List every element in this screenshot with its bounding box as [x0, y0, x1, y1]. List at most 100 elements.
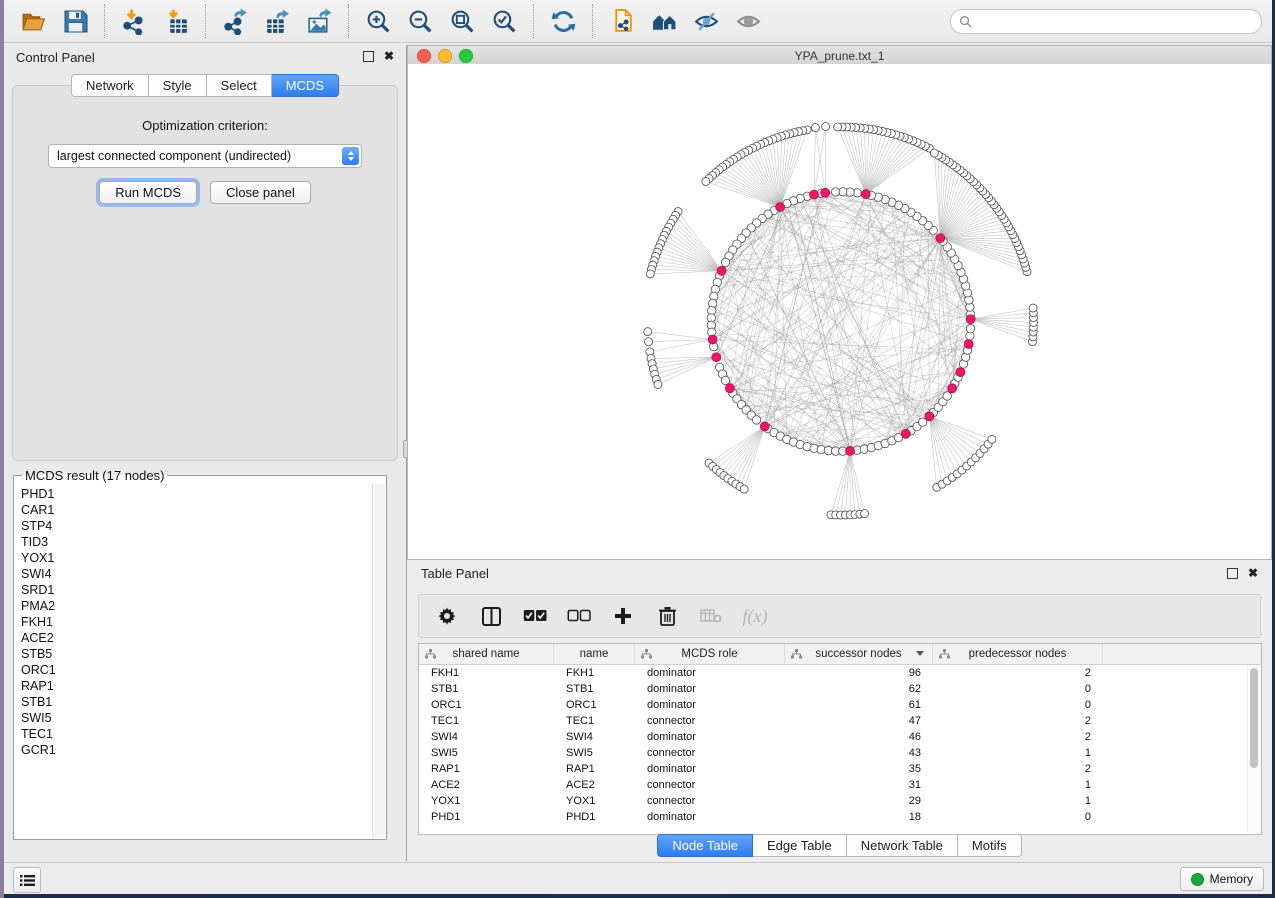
open-session-icon[interactable] [19, 7, 47, 35]
table-tab-node-table[interactable]: Node Table [657, 834, 753, 857]
control-panel-tab-mcds[interactable]: MCDS [272, 74, 339, 97]
table-row[interactable]: YOX1YOX1connector291 [419, 793, 1261, 809]
column-header-successor-nodes[interactable]: successor nodes [785, 644, 933, 664]
first-neighbors-icon[interactable] [650, 7, 678, 35]
mcds-result-item[interactable]: FKH1 [21, 614, 372, 630]
mcds-tab-content: Optimization criterion: largest connecte… [12, 85, 398, 461]
float-panel-icon[interactable] [363, 51, 374, 62]
table-row[interactable]: SWI4SWI4dominator462 [419, 729, 1261, 745]
table-tab-edge-table[interactable]: Edge Table [753, 834, 847, 857]
control-panel-tab-style[interactable]: Style [149, 74, 207, 97]
column-header-shared-name[interactable]: shared name [419, 644, 554, 664]
table-cell: 1 [933, 793, 1103, 809]
table-row[interactable]: STB1STB1dominator620 [419, 681, 1261, 697]
mcds-result-item[interactable]: ORC1 [21, 662, 372, 678]
export-network-icon[interactable] [221, 7, 249, 35]
sort-desc-icon [916, 651, 924, 656]
mcds-result-item[interactable]: PMA2 [21, 598, 372, 614]
network-canvas[interactable] [408, 64, 1271, 559]
table-row[interactable]: PHD1PHD1dominator180 [419, 809, 1261, 825]
float-table-panel-icon[interactable] [1227, 568, 1238, 579]
network-from-file-icon[interactable] [608, 7, 636, 35]
table-row[interactable]: ACE2ACE2connector311 [419, 777, 1261, 793]
mcds-result-item[interactable]: SRD1 [21, 582, 372, 598]
table-row[interactable]: RAP1RAP1dominator352 [419, 761, 1261, 777]
mcds-result-list[interactable]: PHD1CAR1STP4TID3YOX1SWI4SRD1PMA2FKH1ACE2… [14, 483, 372, 839]
update-network-icon[interactable] [549, 7, 577, 35]
zoom-selected-region-icon[interactable] [490, 7, 518, 35]
mcds-result-item[interactable]: ACE2 [21, 630, 372, 646]
node-table: shared namename MCDS role successor nodes p… [418, 643, 1262, 835]
column-header-predecessor-nodes[interactable]: predecessor nodes [933, 644, 1103, 664]
list-icon [20, 874, 35, 887]
memory-label: Memory [1210, 872, 1253, 886]
table-row[interactable]: TEC1TEC1connector472 [419, 713, 1261, 729]
export-image-icon[interactable] [305, 7, 333, 35]
column-label: successor nodes [815, 648, 901, 660]
search-box[interactable] [950, 9, 1262, 34]
save-session-icon[interactable] [61, 7, 89, 35]
control-panel-tab-network[interactable]: Network [71, 74, 149, 97]
close-table-panel-icon[interactable]: ✖ [1248, 567, 1258, 579]
column-header-name[interactable]: name [554, 644, 635, 664]
table-cell-filler [1103, 777, 1261, 793]
table-cell: TEC1 [554, 713, 635, 729]
search-input[interactable] [977, 13, 1253, 29]
table-row[interactable]: ORC1ORC1dominator610 [419, 697, 1261, 713]
column-label: predecessor nodes [969, 648, 1067, 660]
table-cell: SWI4 [419, 729, 554, 745]
table-cell: 96 [785, 665, 933, 681]
mcds-result-item[interactable]: STB5 [21, 646, 372, 662]
mcds-result-item[interactable]: PHD1 [21, 486, 372, 502]
mcds-list-scrollbar[interactable] [372, 484, 385, 838]
mcds-result-item[interactable]: STP4 [21, 518, 372, 534]
table-tab-motifs[interactable]: Motifs [958, 834, 1022, 857]
mcds-result-item[interactable]: GCR1 [21, 742, 372, 758]
table-row[interactable]: SWI5SWI5connector431 [419, 745, 1261, 761]
import-network-from-file-icon[interactable] [120, 7, 148, 35]
import-table-from-file-icon[interactable] [162, 7, 190, 35]
deselect-all-rows-icon[interactable] [567, 604, 591, 628]
memory-button[interactable]: Memory [1180, 867, 1264, 891]
show-graphics-details-icon[interactable] [734, 7, 762, 35]
create-column-icon[interactable] [611, 604, 635, 628]
table-row[interactable]: FKH1FKH1dominator962 [419, 665, 1261, 681]
mcds-result-item[interactable]: TID3 [21, 534, 372, 550]
table-cell: 62 [785, 681, 933, 697]
mcds-result-item[interactable]: SWI5 [21, 710, 372, 726]
table-cell: STB1 [554, 681, 635, 697]
table-cell: 2 [933, 761, 1103, 777]
mcds-result-item[interactable]: SWI4 [21, 566, 372, 582]
zoom-fit-content-icon[interactable] [448, 7, 476, 35]
table-cell: STB1 [419, 681, 554, 697]
table-cell-filler [1103, 681, 1261, 697]
select-all-rows-icon[interactable] [523, 604, 547, 628]
table-scrollbar[interactable] [1247, 665, 1260, 833]
network-window-titlebar[interactable]: YPA_prune.txt_1 [407, 45, 1272, 66]
mcds-result-item[interactable]: STB1 [21, 694, 372, 710]
table-tab-network-table[interactable]: Network Table [847, 834, 958, 857]
mcds-result-item[interactable]: YOX1 [21, 550, 372, 566]
criterion-dropdown[interactable]: largest connected component (undirected) [48, 144, 362, 168]
run-mcds-button[interactable]: Run MCDS [99, 181, 197, 204]
export-table-icon[interactable] [263, 7, 291, 35]
main-toolbar [4, 0, 1272, 43]
table-mode-gear-icon[interactable] [435, 604, 459, 628]
table-cell-filler [1103, 809, 1261, 825]
mcds-result-item[interactable]: TEC1 [21, 726, 372, 742]
table-scrollbar-thumb[interactable] [1250, 668, 1258, 768]
column-label: MCDS role [681, 648, 737, 660]
zoom-out-icon[interactable] [406, 7, 434, 35]
task-history-button[interactable] [13, 867, 41, 893]
column-header-MCDS-role[interactable]: MCDS role [635, 644, 785, 664]
delete-columns-icon[interactable] [655, 604, 679, 628]
show-column-panel-icon[interactable] [479, 604, 503, 628]
close-panel-button[interactable]: Close panel [210, 181, 311, 204]
zoom-in-icon[interactable] [364, 7, 392, 35]
table-cell-filler [1103, 761, 1261, 777]
mcds-result-item[interactable]: CAR1 [21, 502, 372, 518]
hide-graphics-details-icon[interactable] [692, 7, 720, 35]
mcds-result-item[interactable]: RAP1 [21, 678, 372, 694]
close-panel-icon[interactable]: ✖ [384, 50, 394, 62]
control-panel-tab-select[interactable]: Select [207, 74, 272, 97]
